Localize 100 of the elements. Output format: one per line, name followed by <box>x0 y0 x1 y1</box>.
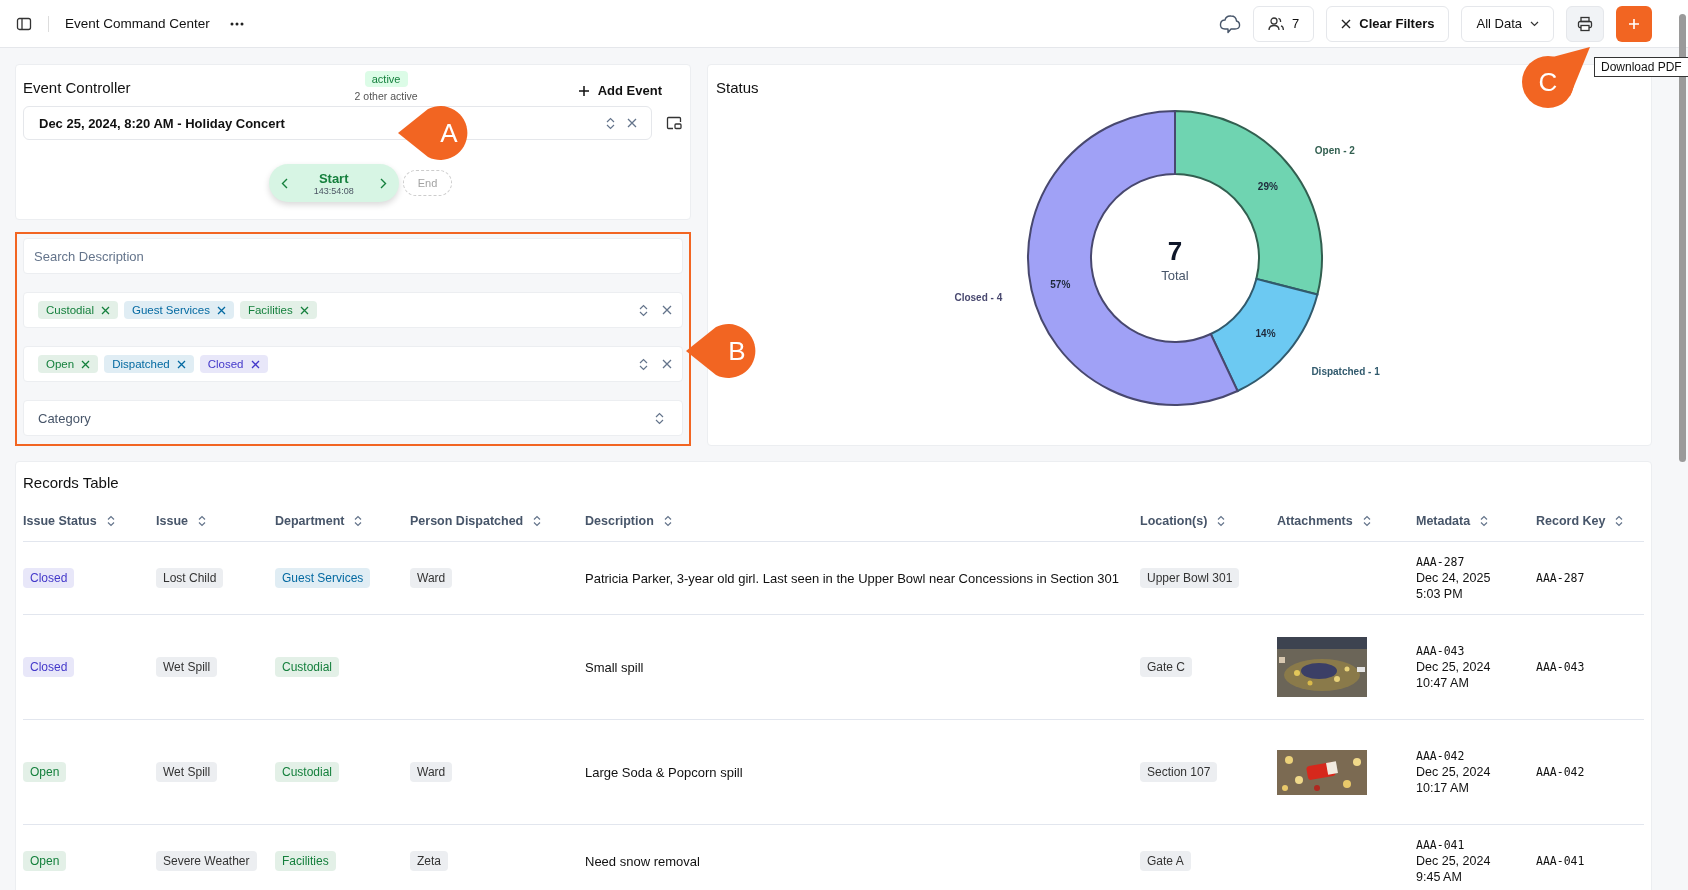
percent-label: 14% <box>1255 327 1276 339</box>
description-cell: Small spill <box>585 659 644 675</box>
chevron-left-icon[interactable] <box>280 177 288 189</box>
metadata-date: Dec 24, 2025 <box>1416 571 1491 585</box>
picture-in-picture-icon[interactable] <box>666 116 682 130</box>
department-tag: Facilities <box>275 851 336 871</box>
total-label: Total <box>1160 268 1189 283</box>
sort-icon <box>1615 515 1624 527</box>
sort-icon <box>533 515 542 527</box>
issue-tag: Wet Spill <box>156 762 218 782</box>
percent-label: 57% <box>1049 278 1070 290</box>
sort-icon <box>1217 515 1226 527</box>
department-tag: Custodial <box>275 762 340 782</box>
column-header[interactable]: Location(s) <box>1140 514 1277 528</box>
person-tag: Zeta <box>410 851 448 871</box>
sort-icon <box>1362 515 1371 527</box>
status-tag: Open <box>23 851 67 871</box>
column-header[interactable]: Metadata <box>1416 514 1536 528</box>
sort-icon <box>1480 515 1489 527</box>
remove-icon[interactable] <box>250 359 260 369</box>
sidebar-toggle-icon[interactable] <box>16 15 32 32</box>
printer-icon <box>1577 15 1593 32</box>
location-tag: Section 107 <box>1140 762 1218 782</box>
add-button[interactable] <box>1616 5 1652 42</box>
filter-chip[interactable]: Facilities <box>239 301 317 319</box>
filter-chip[interactable]: Closed <box>199 355 268 373</box>
start-control[interactable]: Start 143:54:08 <box>268 164 399 202</box>
person-tag: Ward <box>410 568 453 588</box>
sort-icon <box>639 303 648 317</box>
column-header[interactable]: Issue Status <box>23 514 156 528</box>
column-header[interactable]: Person Dispatched <box>410 514 585 528</box>
column-header[interactable]: Issue <box>156 514 275 528</box>
status-tag: Closed <box>23 657 75 677</box>
print-button[interactable] <box>1566 5 1604 42</box>
column-header[interactable]: Department <box>275 514 410 528</box>
chat-icon[interactable] <box>1219 13 1242 34</box>
users-icon <box>1268 16 1285 31</box>
slice-label: Closed - 4 <box>953 291 1002 303</box>
column-header[interactable]: Description <box>585 514 1140 528</box>
category-select[interactable]: Category <box>23 400 683 436</box>
sort-icon <box>663 515 672 527</box>
issue-tag: Wet Spill <box>156 657 218 677</box>
clear-icon[interactable] <box>662 359 672 369</box>
sort-icon <box>354 515 363 527</box>
remove-icon[interactable] <box>176 359 186 369</box>
app-title: Event Command Center <box>65 16 210 31</box>
data-scope-dropdown[interactable]: All Data <box>1461 5 1554 42</box>
metadata-time: 10:47 AM <box>1416 676 1469 690</box>
sort-icon <box>606 116 615 130</box>
sort-icon <box>655 411 664 425</box>
slice-label: Open - 2 <box>1314 144 1355 156</box>
issue-tag: Lost Child <box>156 568 224 588</box>
filter-chip[interactable]: Dispatched <box>104 355 194 373</box>
metadata-date: Dec 25, 2024 <box>1416 854 1491 868</box>
column-header[interactable]: Attachments <box>1277 514 1416 528</box>
department-tag: Custodial <box>275 657 340 677</box>
sort-icon <box>197 515 206 527</box>
status-select[interactable]: Open Dispatched Closed <box>23 346 683 382</box>
tooltip: Download PDF <box>1594 57 1688 77</box>
add-event-button[interactable]: Add Event <box>571 82 668 99</box>
record-key: AAA-042 <box>1536 765 1585 779</box>
column-header[interactable]: Record Key <box>1536 514 1644 528</box>
filter-chip[interactable]: Open <box>38 355 99 373</box>
sort-icon <box>106 515 115 527</box>
remove-icon[interactable] <box>216 305 226 315</box>
remove-icon[interactable] <box>100 305 110 315</box>
percent-label: 29% <box>1257 181 1278 192</box>
metadata-time: 5:03 PM <box>1416 587 1463 601</box>
department-select[interactable]: Custodial Guest Services Facilities <box>23 292 683 328</box>
metadata-key: AAA-041 <box>1416 838 1465 852</box>
card-title: Status <box>716 79 759 96</box>
clear-filters-button[interactable]: Clear Filters <box>1326 5 1450 42</box>
total-value: 7 <box>1167 236 1182 266</box>
start-label: Start <box>318 170 349 186</box>
status-tag: Closed <box>23 568 75 588</box>
remove-icon[interactable] <box>299 305 309 315</box>
description-cell: Patricia Parker, 3-year old girl. Last seen in the Upper Bowl near Concessions in Section 301 <box>585 570 1119 586</box>
person-tag: Ward <box>410 762 453 782</box>
status-tag: Open <box>23 762 67 782</box>
filter-chip[interactable]: Guest Services <box>123 301 234 319</box>
location-tag: Gate A <box>1140 851 1191 871</box>
status-badge: active <box>364 71 408 87</box>
chevron-right-icon[interactable] <box>379 177 387 189</box>
plus-icon <box>1628 17 1640 30</box>
record-key: AAA-043 <box>1536 660 1585 674</box>
more-options-icon[interactable] <box>229 21 244 26</box>
users-button[interactable]: 7 <box>1253 5 1315 42</box>
start-timer: 143:54:08 <box>313 185 354 196</box>
remove-icon[interactable] <box>81 359 91 369</box>
description-cell: Large Soda & Popcorn spill <box>585 764 743 780</box>
record-key: AAA-041 <box>1536 854 1585 868</box>
record-key: AAA-287 <box>1536 571 1585 585</box>
sort-icon <box>639 357 648 371</box>
clear-icon[interactable] <box>627 118 637 128</box>
filter-chip[interactable]: Custodial <box>38 301 118 319</box>
department-tag: Guest Services <box>275 568 371 588</box>
slice-label: Dispatched - 1 <box>1310 365 1380 377</box>
card-title: Records Table <box>23 474 120 491</box>
search-field[interactable]: Search Description <box>23 238 683 274</box>
clear-icon[interactable] <box>662 305 672 315</box>
